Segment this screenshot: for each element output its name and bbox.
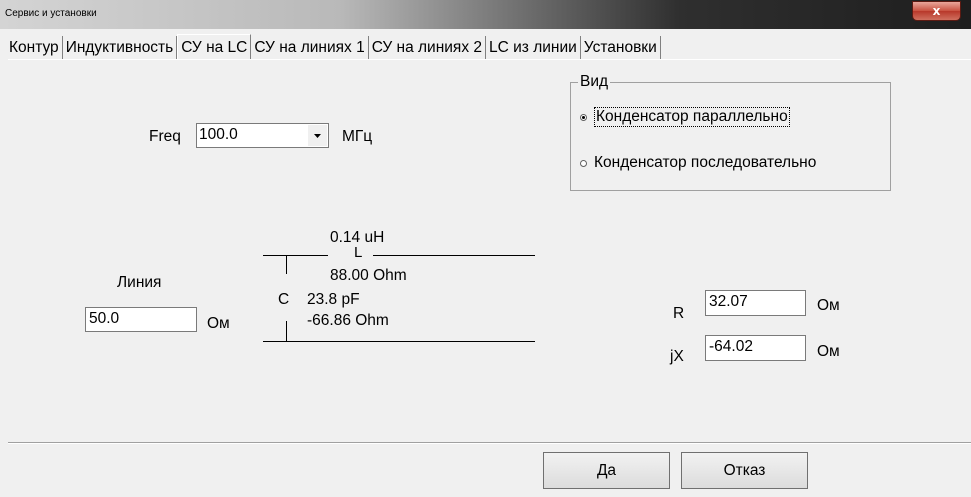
radio-parallel-label: Конденсатор параллельно xyxy=(594,107,790,127)
bottom-separator-highlight xyxy=(8,443,971,444)
radio-capacitor-parallel[interactable]: Конденсатор параллельно xyxy=(580,107,790,127)
close-icon: x xyxy=(932,4,941,18)
top-wire-left xyxy=(263,255,328,256)
tab-panel-border xyxy=(8,59,971,60)
line-label: Линия xyxy=(117,274,162,291)
capacitor-wire-top xyxy=(286,255,287,274)
close-button[interactable]: x xyxy=(912,1,961,21)
cancel-button[interactable]: Отказ xyxy=(681,452,808,489)
inductor-reactance: 88.00 Ohm xyxy=(330,267,407,284)
radio-series-label: Конденсатор последовательно xyxy=(594,154,817,171)
capacitor-reactance: -66.86 Ohm xyxy=(307,312,389,329)
r-label: R xyxy=(673,305,685,322)
jx-unit: Ом xyxy=(817,343,840,360)
tab-lc-from-line[interactable]: LC из линии xyxy=(486,36,581,60)
capacitance-value: 23.8 pF xyxy=(307,291,360,308)
inductor-label: L xyxy=(354,244,363,261)
tab-contour[interactable]: Контур xyxy=(6,36,63,60)
freq-unit: МГц xyxy=(342,128,373,145)
chevron-down-icon xyxy=(314,133,321,138)
r-input[interactable]: 32.07 xyxy=(705,290,806,316)
ok-button[interactable]: Да xyxy=(543,452,670,489)
tab-settings[interactable]: Установки xyxy=(581,36,661,60)
tab-inductance[interactable]: Индуктивность xyxy=(63,36,178,60)
jx-input[interactable]: -64.02 xyxy=(705,335,806,361)
line-impedance-input[interactable]: 50.0 xyxy=(85,307,197,332)
capacitor-wire-bottom xyxy=(286,321,287,341)
radio-unchecked-icon xyxy=(580,159,587,167)
capacitor-label: C xyxy=(278,291,290,308)
tab-matching-lines-1[interactable]: СУ на линиях 1 xyxy=(251,36,369,60)
window-title: Сервис и установки xyxy=(5,8,97,19)
freq-label: Freq xyxy=(149,128,181,145)
radio-capacitor-series[interactable]: Конденсатор последовательно xyxy=(580,154,816,172)
tab-matching-lines-2[interactable]: СУ на линиях 2 xyxy=(369,36,486,60)
radio-checked-icon xyxy=(580,113,587,121)
tab-strip: Контур Индуктивность СУ на LC СУ на лини… xyxy=(6,34,661,60)
freq-dropdown-button[interactable] xyxy=(308,125,327,146)
r-unit: Ом xyxy=(817,297,840,314)
freq-value: 100.0 xyxy=(199,126,238,143)
line-unit: Ом xyxy=(207,315,230,332)
top-wire-right xyxy=(373,255,535,256)
title-bar xyxy=(0,0,971,29)
view-group-title: Вид xyxy=(578,73,611,91)
bottom-wire xyxy=(263,341,535,342)
jx-label: jX xyxy=(670,348,684,365)
view-groupbox xyxy=(570,82,891,191)
tab-matching-lc[interactable]: СУ на LC xyxy=(177,34,252,60)
freq-combobox[interactable]: 100.0 xyxy=(196,123,329,148)
